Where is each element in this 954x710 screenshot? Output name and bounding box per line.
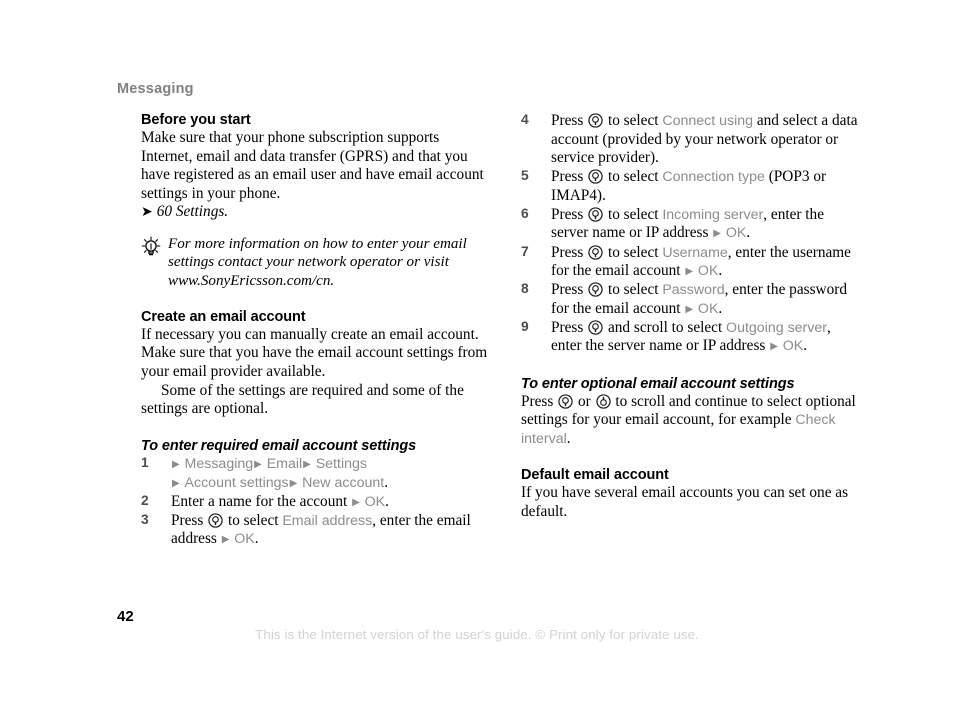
heading-to-enter-required-settings: To enter required email account settings bbox=[141, 437, 417, 454]
triangle-marker-icon: ▶ bbox=[685, 303, 694, 315]
ui-term: Outgoing server bbox=[726, 319, 827, 336]
triangle-marker-icon: ▶ bbox=[352, 496, 360, 508]
paragraph-create-account-2: Some of the settings are required and so… bbox=[141, 381, 464, 418]
page-number: 42 bbox=[117, 608, 134, 625]
lightbulb-tip-icon bbox=[140, 236, 162, 258]
ui-term: OK bbox=[364, 493, 386, 510]
joystick-press-icon bbox=[588, 169, 603, 184]
left-column: Before you start Make sure that your pho… bbox=[141, 112, 491, 549]
step-text: Press to select Incoming server, enter t… bbox=[551, 205, 824, 242]
triangle-marker-icon: ▶ bbox=[685, 266, 694, 278]
joystick-press-icon bbox=[588, 282, 603, 297]
ui-term: Connect using bbox=[662, 113, 754, 129]
ui-term: OK bbox=[697, 300, 719, 317]
footer-disclaimer: This is the Internet version of the user… bbox=[255, 627, 699, 642]
step-text: ▶ Messaging▶ Email▶ Settings bbox=[171, 455, 367, 472]
ui-term: Email bbox=[266, 456, 303, 472]
triangle-marker-icon: ▶ bbox=[770, 341, 778, 353]
ui-term: Password bbox=[662, 282, 725, 299]
step-number: 2 bbox=[141, 492, 149, 508]
ui-term: OK bbox=[725, 225, 747, 242]
paragraph-create-account-1: If necessary you can manually create an … bbox=[141, 325, 488, 381]
tip-text: For more information on how to enter you… bbox=[168, 235, 467, 289]
ui-term: New account bbox=[302, 474, 385, 491]
required-settings-step-list: 1 ▶ Messaging▶ Email▶ Settings ▶ Account s… bbox=[141, 455, 491, 549]
heading-before-you-start: Before you start bbox=[141, 112, 251, 128]
running-header: Messaging bbox=[117, 81, 194, 97]
paragraph-default-email-account: If you have several email accounts you c… bbox=[521, 484, 849, 521]
joystick-press-icon bbox=[588, 207, 603, 222]
joystick-scroll-icon bbox=[595, 394, 611, 409]
ui-term: Account settings bbox=[184, 474, 289, 491]
cross-reference-label: 60 Settings. bbox=[156, 203, 229, 221]
triangle-marker-icon: ▶ bbox=[303, 459, 311, 470]
procedure-step: 1 ▶ Messaging▶ Email▶ Settings ▶ Account s… bbox=[141, 455, 491, 492]
step-text-line2: ▶ Account settings▶ New account. bbox=[172, 473, 389, 491]
step-number: 3 bbox=[141, 511, 149, 527]
triangle-marker-icon: ▶ bbox=[254, 459, 262, 470]
joystick-press-icon bbox=[588, 320, 603, 335]
step-text: Enter a name for the account ▶ OK. bbox=[171, 492, 389, 510]
heading-create-an-email-account: Create an email account bbox=[141, 308, 306, 325]
heading-default-email-account: Default email account bbox=[521, 467, 669, 484]
step-number: 5 bbox=[521, 168, 529, 184]
triangle-marker-icon: ▶ bbox=[289, 477, 298, 489]
ui-term: OK bbox=[782, 338, 804, 355]
step-number: 9 bbox=[521, 318, 529, 334]
ui-term: Incoming server bbox=[662, 206, 764, 223]
cross-reference-settings[interactable]: ➤ 60 Settings. bbox=[141, 203, 491, 222]
heading-to-enter-optional-settings: To enter optional email account settings bbox=[521, 375, 795, 392]
joystick-press-icon bbox=[208, 513, 223, 528]
right-column: 4 Press to select Connect using and selec… bbox=[521, 112, 861, 522]
ui-term: OK bbox=[234, 531, 255, 548]
step-number: 4 bbox=[521, 112, 529, 127]
ui-term: Email address bbox=[282, 512, 373, 529]
procedure-step: 4 Press to select Connect using and selec… bbox=[521, 112, 861, 168]
step-number: 7 bbox=[521, 243, 529, 259]
paragraph-before-you-start: Make sure that your phone subscription s… bbox=[141, 129, 484, 202]
triangle-marker-icon: ▶ bbox=[172, 459, 180, 470]
step-text: Press to select Password, enter the pass… bbox=[551, 281, 847, 317]
document-page: Messaging Before you start Make sure tha… bbox=[0, 0, 954, 710]
ui-term: Messaging bbox=[184, 456, 254, 472]
ui-term: Settings bbox=[315, 456, 367, 472]
procedure-step: 7 Press to select Username, enter the use… bbox=[521, 244, 861, 281]
step-text: Press to select Username, enter the user… bbox=[551, 243, 851, 280]
ui-term: OK bbox=[697, 263, 719, 280]
joystick-press-icon bbox=[588, 113, 603, 128]
tip-block: For more information on how to enter you… bbox=[141, 235, 491, 290]
ui-term: Check interval bbox=[521, 412, 836, 447]
step-text: Press to select Connect using and select… bbox=[551, 112, 858, 167]
triangle-marker-icon: ▶ bbox=[713, 228, 721, 240]
procedure-step: 6 Press to select Incoming server, enter … bbox=[521, 206, 861, 243]
procedure-step: 8 Press to select Password, enter the pas… bbox=[521, 281, 861, 318]
step-number: 1 bbox=[141, 455, 149, 470]
step-number: 8 bbox=[521, 281, 529, 297]
procedure-step: 5 Press to select Connection type (POP3 o… bbox=[521, 168, 861, 205]
right-arrow-icon: ➤ bbox=[141, 204, 153, 221]
triangle-marker-icon: ▶ bbox=[221, 534, 230, 546]
paragraph-optional-settings: Press or to scroll and continue to selec… bbox=[521, 392, 856, 447]
procedure-step: 3 Press to select Email address, enter th… bbox=[141, 512, 491, 549]
step-text: Press to select Connection type (POP3 or… bbox=[551, 168, 827, 204]
step-text: Press to select Email address, enter the… bbox=[171, 511, 471, 548]
required-settings-step-list-continued: 4 Press to select Connect using and selec… bbox=[521, 112, 861, 356]
ui-term: Connection type bbox=[662, 169, 765, 186]
joystick-press-icon bbox=[558, 394, 573, 409]
ui-term: Username bbox=[662, 244, 728, 261]
procedure-step: 2 Enter a name for the account ▶ OK. bbox=[141, 493, 491, 512]
procedure-step: 9 Press and scroll to select Outgoing ser… bbox=[521, 319, 861, 356]
step-number: 6 bbox=[521, 205, 529, 221]
step-text: Press and scroll to select Outgoing serv… bbox=[551, 318, 831, 355]
joystick-press-icon bbox=[588, 244, 603, 260]
triangle-marker-icon: ▶ bbox=[172, 477, 180, 489]
